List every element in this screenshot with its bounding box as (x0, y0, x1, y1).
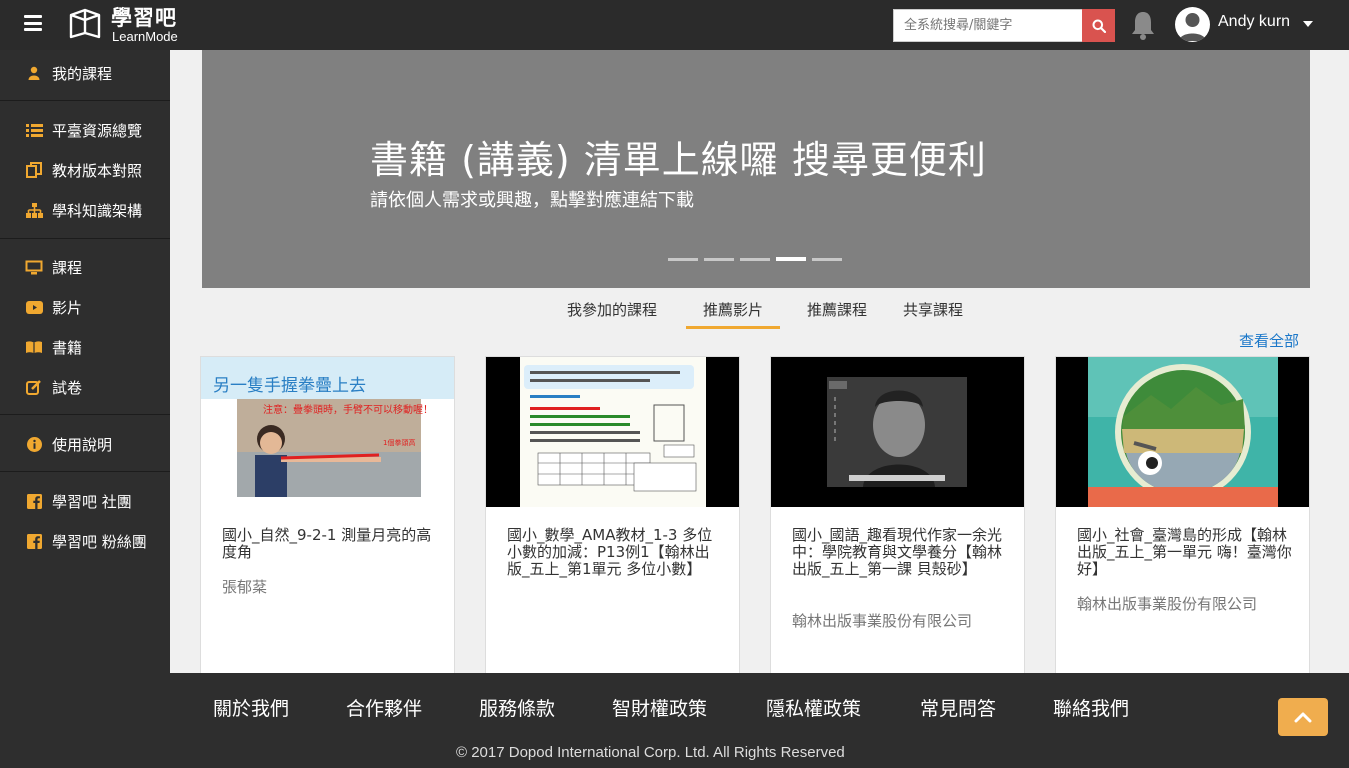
tab-my-courses[interactable]: 我參加的課程 (560, 296, 664, 329)
footer-link-ip-policy[interactable]: 智財權政策 (612, 694, 707, 721)
facebook-icon (25, 492, 43, 510)
tab-shared-courses[interactable]: 共享課程 (898, 296, 968, 329)
youtube-icon (25, 298, 43, 316)
footer-link-partners[interactable]: 合作夥伴 (346, 694, 422, 721)
sidebar-item-label: 教材版本對照 (52, 161, 143, 180)
video-author: 翰林出版事業股份有限公司 (792, 612, 973, 630)
sidebar-item-knowledge-structure[interactable]: 學科知識架構 (0, 190, 170, 230)
content-tabs: 我參加的課程 推薦影片 推薦課程 共享課程 (560, 296, 968, 329)
video-title[interactable]: 國小_社會_臺灣島的形成【翰林出版_五上_第一單元 嗨！臺灣你好】 (1077, 527, 1292, 578)
sidebar-item-label: 使用說明 (52, 435, 113, 454)
sidebar-item-label: 學科知識架構 (52, 201, 143, 220)
monitor-icon (25, 258, 43, 276)
user-avatar-icon (1179, 13, 1206, 41)
avatar[interactable] (1175, 7, 1210, 42)
sidebar-item-my-courses[interactable]: 我的課程 (0, 53, 170, 93)
list-icon (25, 121, 43, 139)
video-title[interactable]: 國小_數學_AMA教材_1-3 多位小數的加減：P13例1【翰林出版_五上_第1… (507, 527, 722, 578)
book-icon (25, 338, 43, 356)
carousel-dot[interactable] (704, 258, 734, 261)
video-thumbnail (771, 357, 1024, 507)
footer-link-privacy[interactable]: 隱私權政策 (766, 694, 861, 721)
sidebar-item-label: 平臺資源總覽 (52, 121, 143, 140)
tab-recommended-courses[interactable]: 推薦課程 (802, 296, 872, 329)
footer-link-contact[interactable]: 聯絡我們 (1053, 694, 1129, 721)
logo-book-icon[interactable] (68, 7, 102, 41)
sidebar-divider (0, 100, 170, 101)
sidebar-divider (0, 471, 170, 472)
video-card[interactable]: 國小_社會_臺灣島的形成【翰林出版_五上_第一單元 嗨！臺灣你好】 翰林出版事業… (1055, 356, 1310, 686)
back-to-top-button[interactable] (1278, 698, 1328, 736)
copy-icon (25, 161, 43, 179)
tab-recommended-videos[interactable]: 推薦影片 (686, 296, 780, 329)
footer-link-terms[interactable]: 服務條款 (479, 694, 555, 721)
sidebar-item-label: 學習吧 社團 (52, 492, 132, 511)
footer-link-faq[interactable]: 常見問答 (920, 694, 996, 721)
sidebar-item-label: 課程 (52, 258, 83, 277)
sidebar-item-textbook-versions[interactable]: 教材版本對照 (0, 150, 170, 190)
carousel-dot-active[interactable] (776, 257, 806, 261)
chevron-up-icon (1294, 712, 1312, 723)
thumb-label: 1個拳頭高 (383, 438, 415, 447)
logo-subtext[interactable]: LearnMode (112, 29, 178, 44)
carousel-dot[interactable] (668, 258, 698, 261)
copyright: © 2017 Dopod International Corp. Ltd. Al… (456, 744, 845, 761)
view-all-link[interactable]: 查看全部 (1239, 330, 1299, 351)
sidebar-item-fb-group[interactable]: 學習吧 社團 (0, 481, 170, 521)
video-card[interactable]: 國小_國語_趣看現代作家一余光中：學院教育與文學養分【翰林出版_五上_第一課 貝… (770, 356, 1025, 686)
sidebar-divider (0, 414, 170, 415)
sidebar-item-exams[interactable]: 試卷 (0, 367, 170, 407)
edit-icon (25, 378, 43, 396)
sidebar-item-videos[interactable]: 影片 (0, 287, 170, 327)
menu-icon[interactable] (24, 15, 42, 31)
carousel-dot[interactable] (740, 258, 770, 261)
thumb-note: 注意：疊拳頭時，手臂不可以移動喔！ (263, 403, 433, 416)
sidebar-item-help[interactable]: 使用說明 (0, 424, 170, 464)
video-card[interactable]: 另一隻手握拳疊上去 注意：疊拳頭時，手臂不可以移動喔！ 1個拳頭高 國小_自然_… (200, 356, 455, 686)
video-author: 張郁棻 (222, 578, 268, 596)
thumb-heading: 另一隻手握拳疊上去 (213, 376, 366, 396)
logo-text[interactable]: 學習吧 (111, 6, 177, 30)
carousel-dot[interactable] (812, 258, 842, 261)
video-thumbnail (1056, 357, 1309, 507)
chevron-down-icon[interactable] (1303, 21, 1313, 27)
sidebar-item-label: 試卷 (52, 378, 83, 397)
user-icon (25, 64, 43, 82)
banner-title: 書籍 (講義) 清單上線囉 搜尋更便利 (370, 138, 987, 182)
top-bar: 學習吧 LearnMode Andy kurn (0, 0, 1349, 50)
sitemap-icon (25, 201, 43, 219)
video-title[interactable]: 國小_自然_9-2-1 測量月亮的高度角 (222, 527, 437, 561)
search-button[interactable] (1082, 9, 1115, 42)
video-author: 翰林出版事業股份有限公司 (1077, 595, 1258, 613)
sidebar-item-label: 書籍 (52, 338, 83, 357)
search-input[interactable] (893, 9, 1083, 42)
video-thumbnail: 另一隻手握拳疊上去 注意：疊拳頭時，手臂不可以移動喔！ 1個拳頭高 (201, 357, 454, 507)
video-thumbnail (486, 357, 739, 507)
video-card[interactable]: 國小_數學_AMA教材_1-3 多位小數的加減：P13例1【翰林出版_五上_第1… (485, 356, 740, 686)
facebook-icon (25, 532, 43, 550)
sidebar-item-books[interactable]: 書籍 (0, 327, 170, 367)
sidebar-item-resources[interactable]: 平臺資源總覽 (0, 110, 170, 150)
video-title[interactable]: 國小_國語_趣看現代作家一余光中：學院教育與文學養分【翰林出版_五上_第一課 貝… (792, 527, 1007, 578)
banner-subtitle: 請依個人需求或興趣，點擊對應連結下載 (370, 190, 694, 211)
info-icon (25, 435, 43, 453)
sidebar-item-courses[interactable]: 課程 (0, 247, 170, 287)
footer-link-about[interactable]: 關於我們 (213, 694, 289, 721)
sidebar-divider (0, 238, 170, 239)
carousel-indicators (668, 257, 842, 261)
sidebar-item-label: 學習吧 粉絲團 (52, 532, 147, 551)
sidebar-item-label: 我的課程 (52, 64, 113, 83)
username[interactable]: Andy kurn (1218, 13, 1290, 31)
bell-icon[interactable] (1128, 9, 1158, 41)
search-icon (1092, 19, 1106, 33)
sidebar-item-fb-fanpage[interactable]: 學習吧 粉絲團 (0, 521, 170, 561)
sidebar-item-label: 影片 (52, 298, 83, 317)
